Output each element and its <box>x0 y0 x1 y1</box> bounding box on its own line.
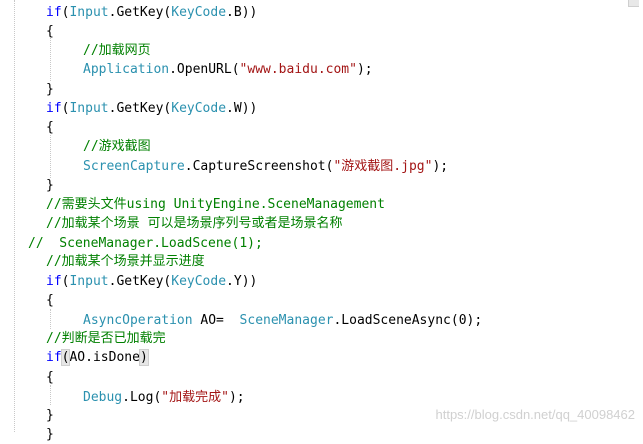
code-line[interactable]: } <box>46 176 54 195</box>
code-line[interactable]: if(AO.isDone) <box>46 348 149 367</box>
scroll-marker <box>628 0 639 7</box>
code-token: .W)) <box>226 101 258 116</box>
code-editor[interactable]: if(Input.GetKey(KeyCode.B)) { //加载网页 Applic… <box>0 0 643 442</box>
code-token: { <box>46 370 54 385</box>
code-token: KeyCode <box>171 274 227 289</box>
code-line[interactable]: //需要头文件using UnityEngine.SceneManagement <box>46 195 385 214</box>
code-line[interactable]: //加载某个场景 可以是场景序列号或者是场景名称 <box>46 214 342 233</box>
code-token: KeyCode <box>171 101 227 116</box>
code-line[interactable]: if(Input.GetKey(KeyCode.B)) <box>46 3 257 22</box>
code-line[interactable]: { <box>46 22 54 41</box>
code-line[interactable]: //判断是否已加载完 <box>46 329 166 348</box>
code-token: ) <box>138 349 149 366</box>
code-token: ); <box>356 62 373 77</box>
code-line[interactable]: //加载网页 <box>83 41 151 60</box>
code-token: if <box>46 350 62 365</box>
code-token: SceneManager <box>239 313 334 328</box>
code-token: AO.isDone <box>69 350 140 365</box>
code-token: AO= <box>192 313 240 328</box>
code-line[interactable]: { <box>46 118 54 137</box>
code-token: "www.baidu.com" <box>239 62 357 77</box>
code-line[interactable]: if(Input.GetKey(KeyCode.Y)) <box>46 272 257 291</box>
code-token: AsyncOperation <box>83 313 193 328</box>
code-token: .OpenURL( <box>169 62 240 77</box>
code-token: ); <box>228 390 245 405</box>
code-token: //加载某个场景并显示进度 <box>46 254 205 269</box>
code-token: { <box>46 120 54 135</box>
indent-guide <box>14 0 15 432</box>
code-token: } <box>46 178 54 193</box>
code-line[interactable]: ScreenCapture.CaptureScreenshot("游戏截图.jp… <box>83 157 448 176</box>
indent-guide <box>50 135 51 178</box>
code-line[interactable]: //游戏截图 <box>83 137 151 156</box>
code-token: ); <box>432 159 449 174</box>
code-token: } <box>46 427 54 442</box>
code-token: { <box>46 293 54 308</box>
code-line[interactable]: //加载某个场景并显示进度 <box>46 252 205 271</box>
code-token: Input <box>69 101 109 116</box>
code-token: //需要头文件using UnityEngine.SceneManagement <box>46 197 385 212</box>
code-token: .Log( <box>122 390 162 405</box>
code-token: Input <box>69 5 109 20</box>
code-token: if <box>46 274 62 289</box>
code-line[interactable]: } <box>46 425 54 444</box>
code-token: .GetKey( <box>108 101 172 116</box>
code-token: "游戏截图.jpg" <box>333 159 433 174</box>
code-token: .GetKey( <box>108 274 172 289</box>
code-token: .Y)) <box>226 274 258 289</box>
code-token: // SceneManager.LoadScene(1); <box>28 236 263 251</box>
indent-guide <box>50 38 51 81</box>
code-token: .GetKey( <box>108 5 172 20</box>
code-token: //判断是否已加载完 <box>46 331 166 346</box>
code-token: .LoadSceneAsync(0); <box>333 313 483 328</box>
indent-guide <box>50 385 51 405</box>
code-token: "加载完成" <box>161 390 229 405</box>
code-token: .CaptureScreenshot( <box>184 159 334 174</box>
code-token: if <box>46 5 62 20</box>
code-line[interactable]: if(Input.GetKey(KeyCode.W)) <box>46 99 257 118</box>
code-token: ScreenCapture <box>83 159 185 174</box>
code-line[interactable]: // SceneManager.LoadScene(1); <box>28 234 263 253</box>
code-token: Application <box>83 62 170 77</box>
code-token: Debug <box>83 390 123 405</box>
code-line[interactable]: } <box>46 406 54 425</box>
code-line[interactable]: { <box>46 291 54 310</box>
code-line[interactable]: } <box>46 80 54 99</box>
watermark: https://blog.csdn.net/qq_40098462 <box>435 407 636 422</box>
code-token: if <box>46 101 62 116</box>
code-line[interactable]: { <box>46 368 54 387</box>
code-token: } <box>46 408 54 423</box>
code-line[interactable]: Application.OpenURL("www.baidu.com"); <box>83 60 373 79</box>
code-token: Input <box>69 274 109 289</box>
indent-guide <box>50 309 51 329</box>
code-token: KeyCode <box>171 5 227 20</box>
code-token: { <box>46 24 54 39</box>
code-token: //加载某个场景 可以是场景序列号或者是场景名称 <box>46 216 343 231</box>
code-token: } <box>46 82 54 97</box>
code-token: //加载网页 <box>83 43 151 58</box>
code-line[interactable]: AsyncOperation AO= SceneManager.LoadScen… <box>83 311 482 330</box>
code-line[interactable]: Debug.Log("加载完成"); <box>83 388 245 407</box>
code-token: .B)) <box>226 5 258 20</box>
code-token: //游戏截图 <box>83 139 151 154</box>
